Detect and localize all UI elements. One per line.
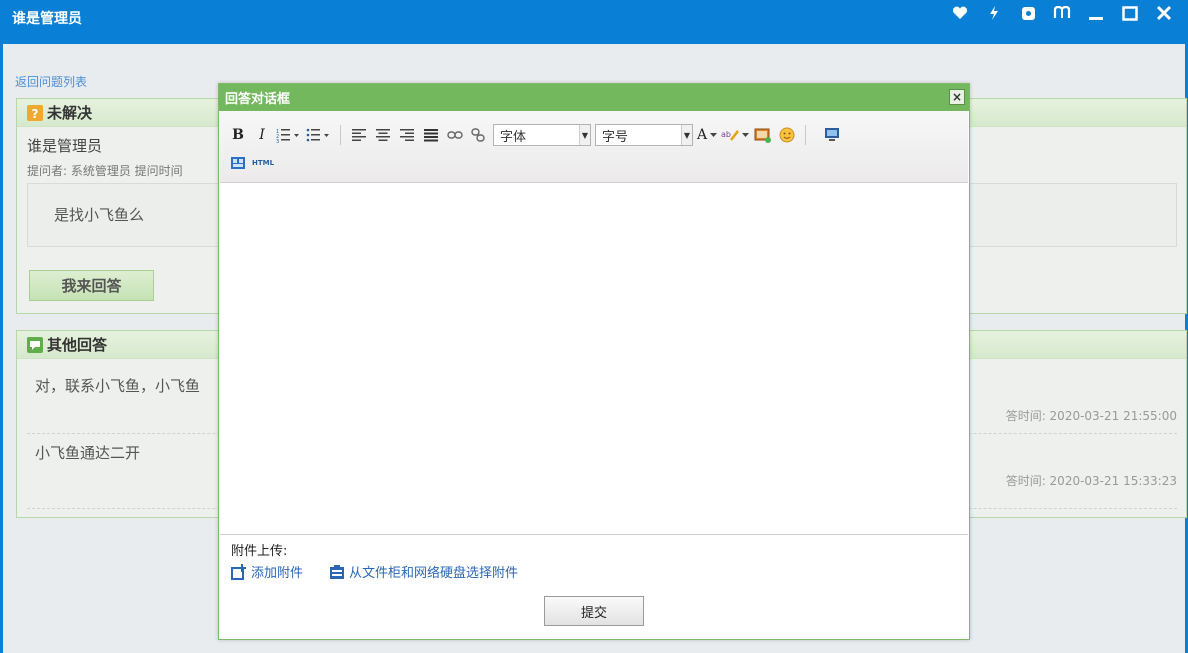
question-title: 谁是管理员	[27, 137, 103, 155]
toolbar-row-2: HTML	[228, 151, 274, 175]
editor-toolbar: B I 123 字体 ▼ 字号 ▼ A ab HTML	[220, 111, 968, 183]
answer-text: 小飞鱼通达二开	[35, 444, 141, 462]
attachment-label: 附件上传:	[231, 544, 288, 559]
back-to-list-link[interactable]: 返回问题列表	[15, 73, 87, 90]
select-attachment-link[interactable]: 从文件柜和网络硬盘选择附件	[329, 562, 518, 581]
answer-time: 答时间: 2020-03-21 15:33:23	[1005, 474, 1177, 488]
font-family-select[interactable]: 字体 ▼	[493, 124, 591, 146]
book-icon[interactable]	[1046, 0, 1078, 26]
font-color-label: A	[697, 127, 708, 143]
toolbar-divider	[340, 125, 341, 145]
status-label: 未解决	[47, 104, 93, 122]
italic-button[interactable]: I	[252, 124, 272, 146]
gear-icon[interactable]	[1012, 0, 1044, 26]
insert-image-icon[interactable]	[753, 124, 773, 146]
unlink-icon[interactable]	[469, 124, 489, 146]
answer-text: 对，联系小飞鱼，小飞鱼	[35, 377, 201, 395]
emoticon-icon[interactable]	[777, 124, 797, 146]
unordered-list-icon[interactable]	[306, 124, 332, 146]
toolbar-row-1: B I 123 字体 ▼ 字号 ▼ A ab	[228, 123, 842, 147]
link-icon[interactable]	[445, 124, 465, 146]
add-attachment-link[interactable]: 添加附件	[231, 562, 303, 581]
add-file-icon	[231, 563, 246, 580]
window-title: 谁是管理员	[12, 11, 82, 27]
chevron-down-icon: ▼	[579, 125, 590, 145]
font-size-select[interactable]: 字号 ▼	[595, 124, 693, 146]
question-mark-icon: ?	[27, 104, 43, 121]
add-attachment-label: 添加附件	[251, 566, 304, 581]
align-right-icon[interactable]	[397, 124, 417, 146]
align-center-icon[interactable]	[373, 124, 393, 146]
minimize-icon[interactable]	[1080, 0, 1112, 26]
dialog-title: 回答对话框	[225, 92, 291, 107]
answer-button[interactable]: 我来回答	[29, 270, 154, 301]
svg-text:?: ?	[32, 107, 39, 121]
align-left-icon[interactable]	[349, 124, 369, 146]
select-attachment-label: 从文件柜和网络硬盘选择附件	[349, 566, 519, 581]
editor-content-area[interactable]	[220, 184, 968, 535]
submit-button[interactable]: 提交	[544, 596, 644, 626]
question-meta: 提问者: 系统管理员 提问时间	[27, 164, 183, 178]
comment-icon	[27, 336, 43, 353]
close-icon[interactable]	[1148, 0, 1180, 26]
chevron-down-icon	[710, 132, 718, 137]
answer-dialog: 回答对话框 × B I 123 字体 ▼ 字号 ▼ A ab HTML 附件上传…	[218, 83, 970, 640]
font-size-value: 字号	[602, 129, 629, 145]
dialog-close-button[interactable]: ×	[949, 89, 965, 105]
dialog-header: 回答对话框	[219, 84, 969, 111]
chevron-down-icon: ▼	[681, 125, 692, 145]
fullscreen-icon[interactable]	[228, 152, 248, 174]
lightning-icon[interactable]	[978, 0, 1010, 26]
answer-time: 答时间: 2020-03-21 21:55:00	[1005, 409, 1177, 423]
question-body-text: 是找小飞鱼么	[54, 206, 145, 224]
bold-button[interactable]: B	[228, 124, 248, 146]
window-controls	[944, 0, 1180, 26]
font-family-value: 字体	[500, 129, 527, 145]
highlight-icon[interactable]: ab	[721, 124, 750, 146]
chevron-down-icon	[742, 132, 750, 137]
toolbar-divider	[805, 125, 807, 145]
maximize-icon[interactable]	[1114, 0, 1146, 26]
heart-icon[interactable]	[944, 0, 976, 26]
preview-monitor-icon[interactable]	[822, 124, 842, 146]
attachment-links: 添加附件 从文件柜和网络硬盘选择附件	[231, 562, 518, 581]
title-bar: 谁是管理员	[0, 0, 1188, 44]
html-source-button[interactable]: HTML	[252, 152, 274, 174]
align-justify-icon[interactable]	[421, 124, 441, 146]
other-answers-title: 其他回答	[47, 336, 108, 354]
svg-text:3: 3	[276, 139, 279, 143]
file-cabinet-icon	[330, 564, 345, 579]
svg-text:ab: ab	[721, 130, 731, 139]
ordered-list-icon[interactable]: 123	[276, 124, 302, 146]
font-color-button[interactable]: A	[697, 124, 718, 146]
